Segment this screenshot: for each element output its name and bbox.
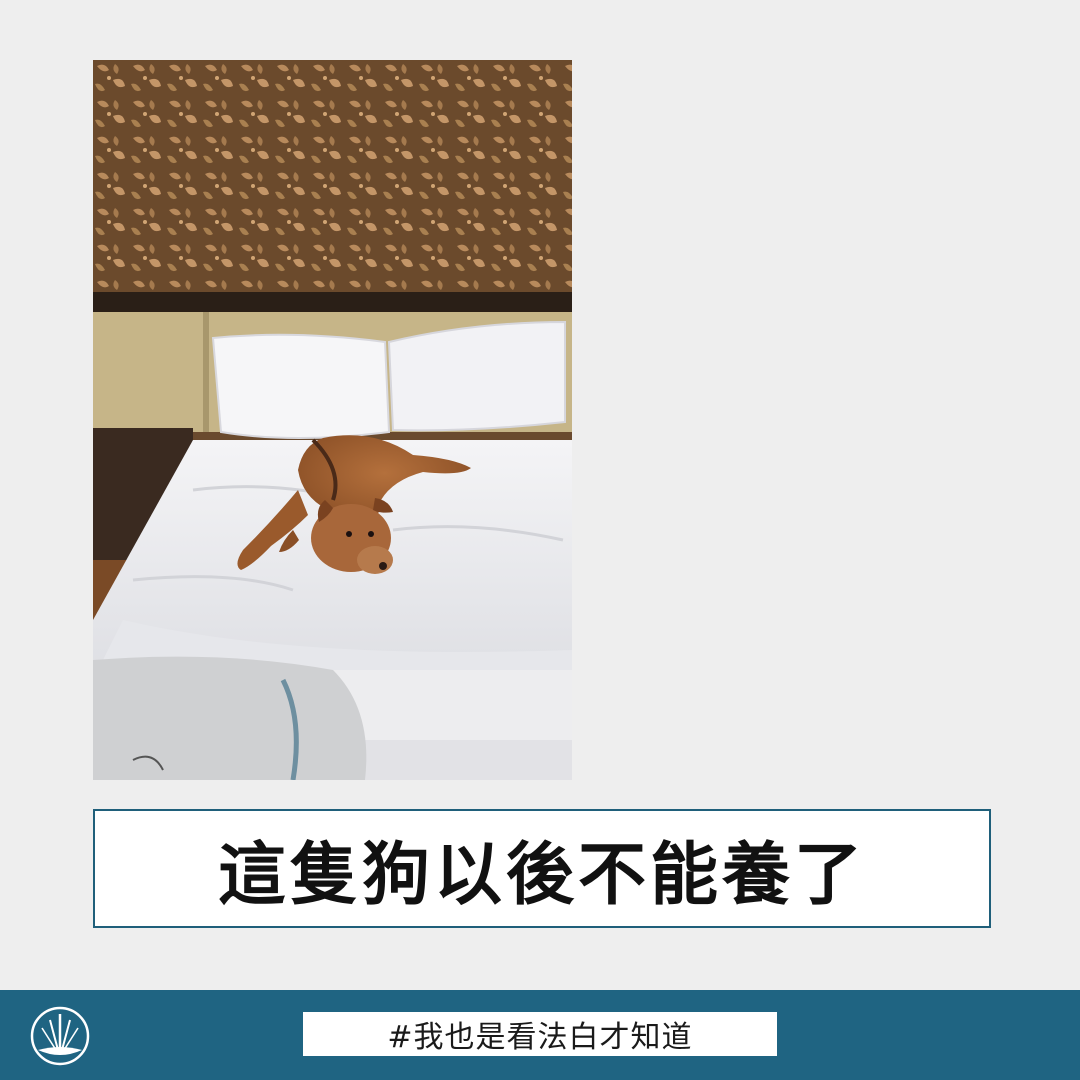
hashtag-box: #我也是看法白才知道	[303, 1012, 777, 1056]
scales-justice-icon	[28, 1004, 92, 1068]
hashtag-text[interactable]: #我也是看法白才知道	[387, 1012, 692, 1056]
dog-on-bed-photo	[93, 60, 572, 780]
caption-text: 這隻狗以後不能養了	[217, 836, 866, 915]
caption-box: 這隻狗以後不能養了	[93, 809, 991, 928]
dog-on-bed-image	[93, 60, 572, 780]
